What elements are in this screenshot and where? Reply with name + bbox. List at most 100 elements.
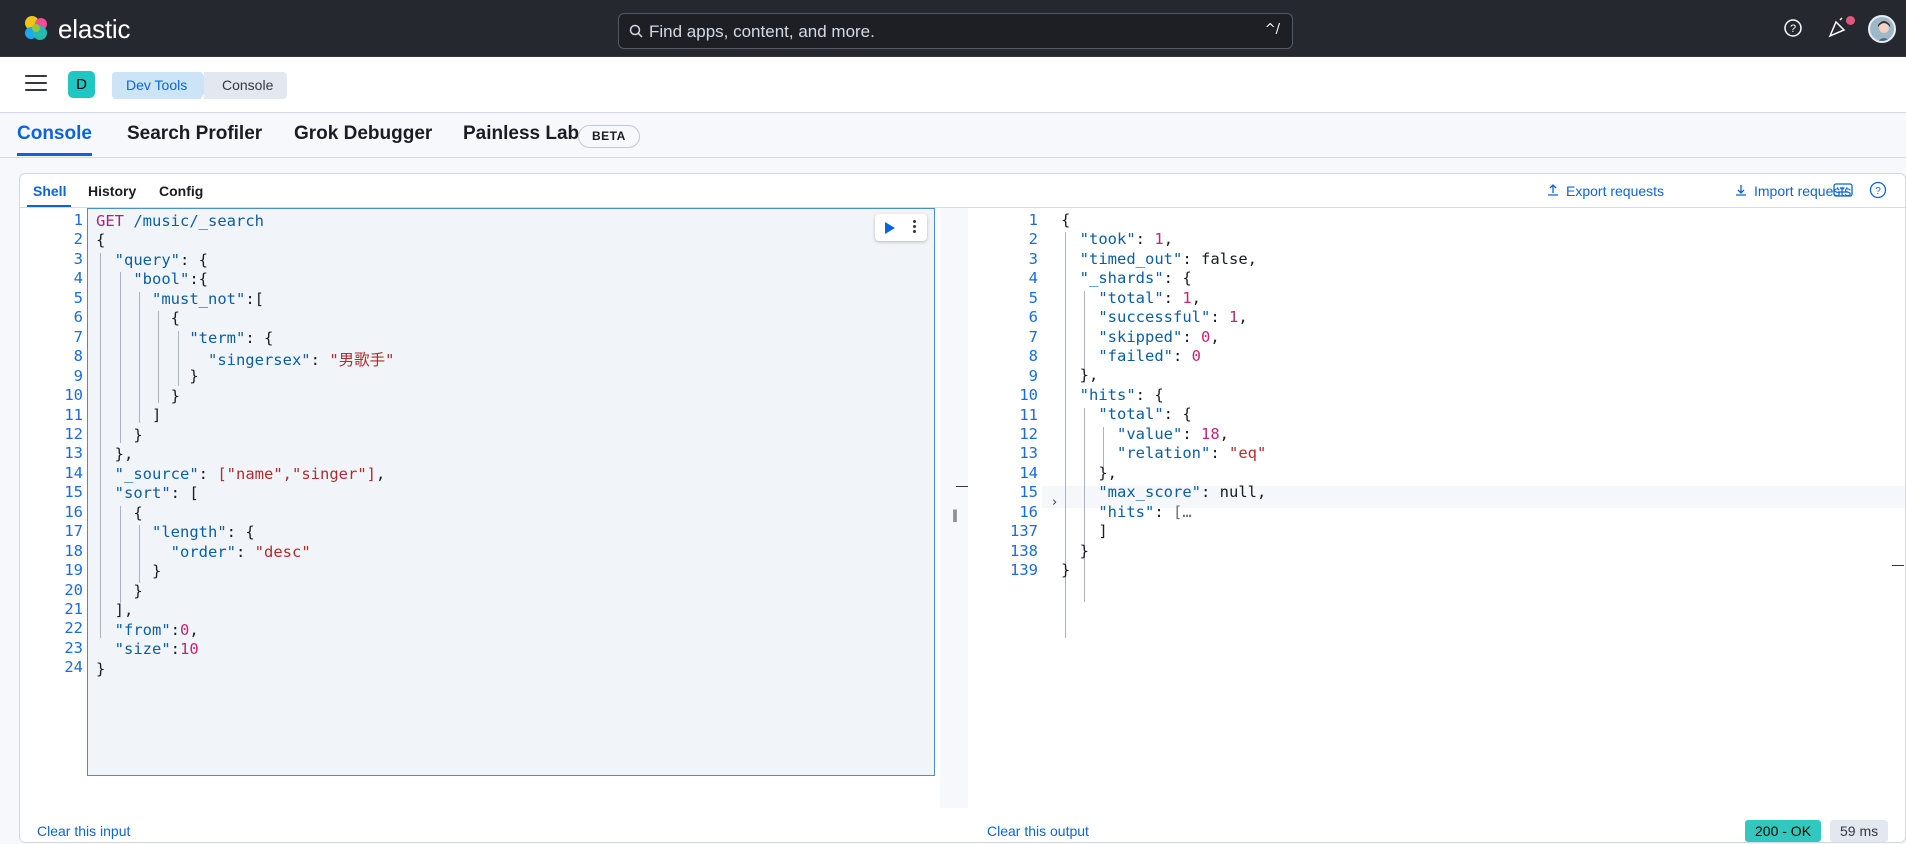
response-line-numbers: 1 2 3 4 5 6 7 8 9 10 11 12 13 14 15 16 137 138 139 xyxy=(970,208,1038,790)
global-search-input[interactable]: Find apps, content, and more. ^/ xyxy=(618,13,1293,49)
code-line: "timed_out": false, xyxy=(1079,250,1258,268)
code-line: "hits": [… xyxy=(1098,503,1192,521)
fold-chevron-icon[interactable]: › xyxy=(1052,495,1057,510)
code-line: } xyxy=(1061,561,1071,579)
code-line: "order": "desc" xyxy=(170,543,311,561)
code-line: ] xyxy=(96,406,162,424)
request-line-number: 9 xyxy=(73,366,83,385)
size-value: 10 xyxy=(180,640,199,658)
tab-history[interactable]: History xyxy=(88,183,136,199)
code-line: ] xyxy=(1061,522,1108,540)
tab-config[interactable]: Config xyxy=(159,183,203,199)
request-code-input[interactable]: GET /music/_search { "query": { "bool":{… xyxy=(87,208,935,776)
export-requests-link[interactable]: Export requests xyxy=(1548,183,1664,199)
request-line-number: 21 xyxy=(64,600,83,618)
top-bar: elastic Find apps, content, and more. ^/… xyxy=(0,0,1906,57)
response-line-number: 3 xyxy=(1028,249,1038,268)
space-badge[interactable]: D xyxy=(68,71,95,98)
response-line-number: 137 xyxy=(1010,522,1038,541)
console-footer: Clear this input Clear this output 200 -… xyxy=(20,808,1906,844)
request-line-number: 17 xyxy=(64,522,83,541)
panel-resizer[interactable]: ‖ xyxy=(940,208,968,808)
code-line: } xyxy=(96,562,162,580)
shards-total-value: 1 xyxy=(1182,289,1192,307)
response-line-number: 13 xyxy=(1019,444,1038,463)
request-line-number: 19 xyxy=(64,561,83,580)
took-value: 1 xyxy=(1154,230,1164,248)
code-line: } xyxy=(96,426,143,444)
response-code: { "took": 1, "timed_out": false, "_shard… xyxy=(1061,208,1901,790)
active-tab-indicator xyxy=(17,153,92,156)
user-avatar[interactable] xyxy=(1868,15,1896,43)
request-line-number: 15 xyxy=(64,483,83,502)
request-path: /music/_search xyxy=(124,212,264,230)
request-line-number: 3 xyxy=(73,249,83,268)
response-line-number: 15 xyxy=(1019,483,1038,502)
avatar-image-icon xyxy=(1878,21,1890,41)
request-line-number: 22 xyxy=(64,619,83,638)
search-icon xyxy=(629,24,643,38)
request-line-number: 16 xyxy=(64,502,83,521)
code-line: { xyxy=(1061,211,1071,229)
code-line: } xyxy=(1061,542,1089,560)
console-subtabs: Shell History Config Export requests Imp… xyxy=(20,174,1906,208)
shards-successful-value: 1 xyxy=(1228,308,1239,326)
clear-output-button[interactable]: Clear this output xyxy=(987,823,1089,839)
send-request-icon[interactable] xyxy=(885,222,895,234)
request-line-number: 4 xyxy=(73,269,83,288)
request-editor: 1 2 3 4 5 6 7 8 9 10 11 12 13 14 15 16 17 18 19 20 21 22 23 24 … xyxy=(20,208,935,798)
status-badge: 200 - OK xyxy=(1745,820,1822,842)
timed-out-value: false xyxy=(1201,250,1248,268)
elastic-logo-icon[interactable] xyxy=(22,14,50,42)
request-line-number: 10 xyxy=(64,386,83,405)
sort-order-value: "desc" xyxy=(254,543,311,561)
help-icon[interactable]: ? xyxy=(1781,16,1805,40)
svg-text:?: ? xyxy=(1790,23,1796,35)
scroll-marker xyxy=(1892,565,1904,566)
code-line: }, xyxy=(1061,366,1099,384)
dev-tools-tabs: Console Search Profiler Grok Debugger Pa… xyxy=(0,113,1906,158)
request-line-number: 24 xyxy=(64,658,83,677)
source-fields: ["name","singer"] xyxy=(217,465,376,483)
shell-tab-indicator xyxy=(27,205,71,207)
code-line: "length": { xyxy=(152,523,255,541)
code-line: } xyxy=(96,660,106,678)
code-line: GET /music/_search xyxy=(96,212,264,230)
request-line-number: 6 xyxy=(73,308,83,327)
request-line-number: 5 xyxy=(73,288,83,307)
code-line: "max_score": null, xyxy=(1098,483,1267,501)
response-line-number: 139 xyxy=(1010,561,1038,580)
tab-grok-debugger[interactable]: Grok Debugger xyxy=(294,123,432,145)
code-line: "sort": [ xyxy=(114,484,199,502)
hits-collapsed[interactable]: [… xyxy=(1173,503,1192,521)
response-line-number: 16 xyxy=(1019,502,1038,521)
hits-total-value: 18 xyxy=(1201,425,1220,443)
code-line: "hits": { xyxy=(1079,386,1164,404)
response-viewer: 1 2 3 4 5 6 7 8 9 10 11 12 13 14 15 16 137 138 139 › { "to… xyxy=(970,208,1905,808)
tab-search-profiler[interactable]: Search Profiler xyxy=(127,123,262,145)
request-line-number: 11 xyxy=(64,405,83,424)
request-line-numbers: 1 2 3 4 5 6 7 8 9 10 11 12 13 14 15 16 17 18 19 20 21 22 23 24 xyxy=(20,208,87,790)
code-line: "_shards": { xyxy=(1079,269,1192,287)
notification-dot xyxy=(1846,16,1855,25)
http-method: GET xyxy=(96,212,124,230)
resizer-mark xyxy=(956,486,968,487)
clear-input-button[interactable]: Clear this input xyxy=(37,823,130,839)
tab-painless-lab[interactable]: Painless Lab xyxy=(463,123,579,145)
keyboard-shortcuts-icon[interactable] xyxy=(1833,182,1853,198)
help-icon[interactable]: ? xyxy=(1869,181,1887,199)
resizer-grip-icon[interactable]: ‖ xyxy=(952,508,958,522)
hits-relation-value: "eq" xyxy=(1229,444,1267,462)
more-actions-icon[interactable] xyxy=(913,220,917,235)
request-line-number: 23 xyxy=(64,638,83,657)
code-line: "_source": ["name","singer"], xyxy=(114,465,386,483)
tab-console[interactable]: Console xyxy=(17,123,92,145)
console-panel: Shell History Config Export requests Imp… xyxy=(19,173,1906,843)
shards-failed-value: 0 xyxy=(1191,347,1201,365)
beta-badge: BETA xyxy=(578,125,640,148)
menu-icon[interactable] xyxy=(25,75,47,93)
breadcrumb-dev-tools[interactable]: Dev Tools xyxy=(112,72,212,99)
code-line: "from":0, xyxy=(114,621,199,639)
tab-shell[interactable]: Shell xyxy=(33,183,66,199)
code-line: "size":10 xyxy=(114,640,199,658)
